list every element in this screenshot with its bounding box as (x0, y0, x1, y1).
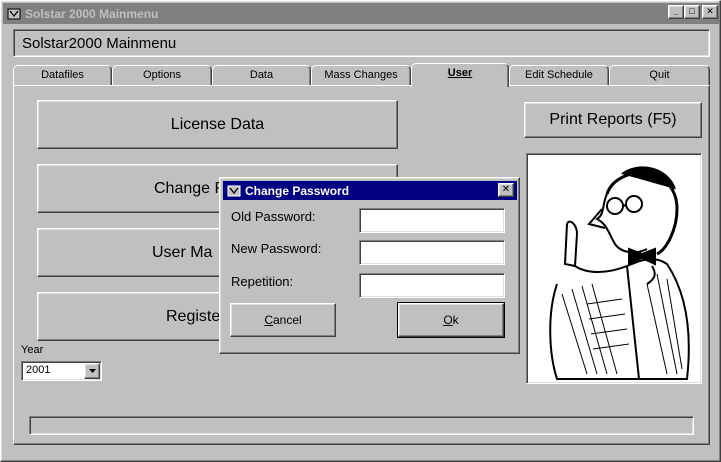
year-label: Year (21, 344, 44, 356)
minimize-button[interactable]: _ (668, 5, 684, 19)
license-data-button[interactable]: License Data (37, 100, 398, 149)
year-select[interactable]: 2001 (21, 361, 102, 381)
cancel-button[interactable]: Cancel (230, 303, 336, 337)
dialog-app-icon (227, 184, 241, 198)
tab-label: User (447, 67, 473, 79)
tab-user[interactable]: User (411, 63, 509, 87)
close-icon: ✕ (706, 6, 714, 16)
tab-label: Edit Schedule (525, 69, 593, 81)
tab-label: Options (143, 69, 181, 81)
app-icon (7, 7, 21, 21)
year-dropdown-button[interactable] (84, 363, 100, 379)
cancel-mnemonic: C (264, 313, 273, 327)
repetition-input[interactable] (359, 273, 505, 298)
button-label: User Ma (152, 243, 213, 261)
tab-label: Datafiles (41, 69, 84, 81)
chevron-down-icon (88, 369, 96, 373)
professor-illustration (526, 153, 702, 384)
tab-label: Data (249, 69, 274, 81)
button-label: Change P (154, 179, 226, 197)
new-password-input[interactable] (359, 240, 505, 265)
status-bar (29, 416, 694, 435)
maximize-button[interactable]: □ (684, 5, 700, 19)
ok-label: k (452, 313, 459, 327)
title-bar[interactable]: Solstar 2000 Mainmenu _ □ ✕ (3, 3, 720, 24)
repetition-label: Repetition: (231, 274, 294, 289)
change-password-dialog: Change Password ✕ Old Password: New Pass… (219, 177, 520, 354)
dialog-close-button[interactable]: ✕ (498, 183, 514, 197)
tab-quit[interactable]: Quit (609, 65, 710, 85)
tab-edit-schedule[interactable]: Edit Schedule (509, 65, 609, 85)
minimize-icon: _ (673, 6, 679, 16)
header-title-box: Solstar2000 Mainmenu (13, 29, 710, 57)
professor-illustration-icon (549, 166, 690, 380)
maximize-icon: □ (689, 6, 695, 16)
year-selected-value: 2001 (26, 364, 51, 376)
cancel-label: ancel (272, 313, 302, 327)
old-password-label: Old Password: (231, 209, 316, 224)
button-label: License Data (170, 115, 265, 133)
ok-mnemonic: O (443, 313, 453, 327)
print-reports-button[interactable]: Print Reports (F5) (524, 102, 702, 138)
tab-options[interactable]: Options (112, 65, 212, 85)
tab-label: Mass Changes (324, 69, 398, 81)
close-button[interactable]: ✕ (702, 5, 718, 19)
tab-datafiles[interactable]: Datafiles (13, 65, 112, 85)
ok-button[interactable]: Ok (397, 302, 505, 338)
close-icon: ✕ (501, 184, 511, 195)
main-window: Solstar 2000 Mainmenu _ □ ✕ Solstar2000 … (0, 0, 721, 462)
button-label: Print Reports (F5) (549, 111, 677, 128)
new-password-label: New Password: (231, 241, 322, 256)
button-label: Registe (166, 307, 221, 325)
header-title: Solstar2000 Mainmenu (22, 34, 177, 52)
window-title: Solstar 2000 Mainmenu (25, 6, 159, 21)
tab-mass-changes[interactable]: Mass Changes (311, 65, 411, 85)
old-password-input[interactable] (359, 208, 505, 233)
tab-data[interactable]: Data (212, 65, 311, 85)
dialog-title: Change Password (245, 183, 350, 198)
tab-label: Quit (649, 69, 670, 81)
dialog-title-bar[interactable]: Change Password ✕ (223, 181, 517, 200)
